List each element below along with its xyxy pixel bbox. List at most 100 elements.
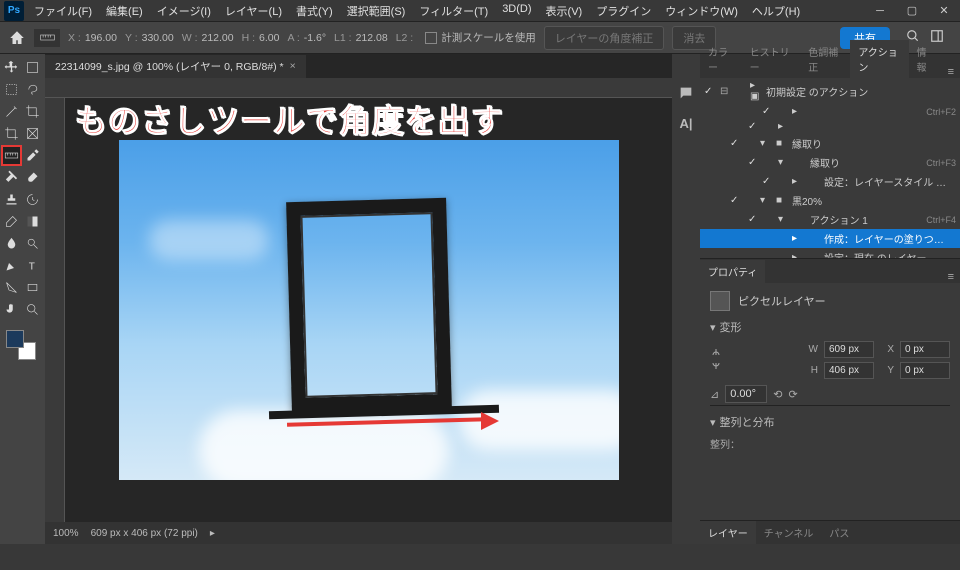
character-panel-icon[interactable]: A| (677, 114, 695, 132)
menu-item[interactable]: 表示(V) (540, 0, 589, 22)
canvas-viewport[interactable]: ものさしツールで角度を出す (45, 78, 672, 522)
transform-y-label: Y (880, 365, 894, 376)
panel-tab[interactable]: レイヤー (700, 521, 756, 544)
action-row[interactable]: ✓▸Ctrl+F2 (700, 104, 960, 119)
lasso-tool[interactable] (23, 80, 42, 99)
transform-x-input[interactable]: 0 px (900, 341, 950, 358)
maximize-button[interactable]: ▢ (896, 0, 928, 22)
artboard-tool[interactable] (23, 58, 42, 77)
gradient-tool[interactable] (23, 212, 42, 231)
move-tool[interactable] (2, 58, 21, 77)
x-label: X : (68, 32, 81, 44)
transform-section[interactable]: ▾変形 (710, 319, 950, 335)
menu-item[interactable]: レイヤー(L) (219, 0, 288, 22)
use-scale-check[interactable]: 計測スケールを使用 (425, 30, 536, 45)
close-button[interactable]: ✕ (928, 0, 960, 22)
panel-tab[interactable]: ヒストリー (742, 40, 801, 78)
w-label: W : (182, 32, 198, 44)
crop2-tool[interactable] (23, 102, 42, 121)
panel-tab[interactable]: 情報 (909, 40, 942, 78)
status-chevron-icon[interactable]: ▸ (210, 528, 215, 539)
ruler-tool[interactable] (2, 146, 21, 165)
home-icon[interactable] (8, 29, 26, 47)
h-label: H : (242, 32, 255, 44)
straighten-button[interactable]: レイヤーの角度補正 (544, 26, 665, 50)
menu-item[interactable]: ウィンドウ(W) (659, 0, 744, 22)
transform-angle-input[interactable]: 0.00° (725, 385, 767, 403)
frame-tool[interactable] (23, 124, 42, 143)
action-row[interactable]: ▸作成：レイヤーの塗りつぶし (700, 229, 960, 248)
pen-tool[interactable] (2, 256, 21, 275)
collapsed-panel-strip: A| (672, 54, 700, 544)
minimize-button[interactable]: ─ (864, 0, 896, 22)
action-row[interactable]: ✓▾縁取りCtrl+F3 (700, 153, 960, 172)
flip-h-icon[interactable]: ⟲ (773, 388, 782, 401)
action-row[interactable]: ✓▸設定：レイヤースタイル ： 現在のレイ... (700, 172, 960, 191)
foreground-color[interactable] (6, 330, 24, 348)
menu-item[interactable]: 3D(D) (496, 0, 537, 22)
action-row[interactable]: ✓▸ (700, 119, 960, 134)
flip-v-icon[interactable]: ⟳ (788, 388, 797, 401)
color-swatches[interactable] (6, 330, 36, 360)
menu-item[interactable]: 書式(Y) (290, 0, 339, 22)
action-row[interactable]: ✓▾■黒20% (700, 191, 960, 210)
path-tool[interactable] (2, 278, 21, 297)
zoom-level[interactable]: 100% (53, 528, 79, 539)
history-tool[interactable] (23, 190, 42, 209)
crop-tool[interactable] (2, 124, 21, 143)
menu-item[interactable]: イメージ(I) (151, 0, 217, 22)
action-row[interactable]: ✓▾■縁取り (700, 134, 960, 153)
blur-tool[interactable] (2, 234, 21, 253)
panel-tab[interactable]: 色調補正 (800, 40, 850, 78)
panel-tab[interactable]: アクション (850, 40, 908, 78)
ruler-horizontal[interactable] (45, 78, 672, 98)
ruler-vertical[interactable] (45, 98, 65, 522)
menu-item[interactable]: フィルター(T) (413, 0, 494, 22)
action-row[interactable]: ▸設定：現在 のレイヤー (700, 248, 960, 258)
type-tool[interactable]: T (23, 256, 42, 275)
eraser-tool[interactable] (2, 212, 21, 231)
marquee-tool[interactable] (2, 80, 21, 99)
link-icon[interactable] (710, 347, 798, 374)
document-tab[interactable]: 22314099_s.jpg @ 100% (レイヤー 0, RGB/8#) *… (45, 55, 306, 78)
panel-tab[interactable]: カラー (700, 40, 742, 78)
properties-tab[interactable]: プロパティ (700, 260, 765, 283)
menu-item[interactable]: ヘルプ(H) (746, 0, 806, 22)
brush-tool[interactable] (23, 168, 42, 187)
annotation-arrow (287, 420, 487, 424)
action-row[interactable]: ✓⊟▸ ▣初期設定 のアクション (700, 78, 960, 104)
dodge-tool[interactable] (23, 234, 42, 253)
svg-text:T: T (29, 261, 35, 272)
eyedrop-tool[interactable] (23, 146, 42, 165)
angle-label: A : (287, 32, 299, 44)
x-value: 196.00 (85, 32, 117, 44)
heal-tool[interactable] (2, 168, 21, 187)
action-row[interactable]: ✓▾アクション 1Ctrl+F4 (700, 210, 960, 229)
transform-title: 変形 (720, 319, 742, 335)
canvas[interactable] (119, 140, 619, 480)
transform-h-input[interactable]: 406 px (824, 362, 874, 379)
panel-tab[interactable]: チャンネル (756, 521, 822, 544)
y-label: Y : (125, 32, 138, 44)
menu-item[interactable]: プラグイン (590, 0, 657, 22)
rect-tool[interactable] (23, 278, 42, 297)
comment-icon[interactable] (677, 84, 695, 102)
align-section[interactable]: ▾整列と分布 (710, 414, 950, 430)
hand-tool[interactable] (2, 300, 21, 319)
stamp-tool[interactable] (2, 190, 21, 209)
panel-menu-icon[interactable]: ≡ (942, 271, 960, 283)
panel-tab-group-top: カラーヒストリー色調補正アクション情報≡ (700, 54, 960, 78)
menu-item[interactable]: 編集(E) (100, 0, 149, 22)
zoom-tool[interactable] (23, 300, 42, 319)
menu-item[interactable]: 選択範囲(S) (341, 0, 412, 22)
close-tab-icon[interactable]: × (290, 60, 296, 72)
panel-menu-icon[interactable]: ≡ (942, 66, 960, 78)
transform-h-label: H (804, 365, 818, 376)
menu-item[interactable]: ファイル(F) (28, 0, 98, 22)
wand-tool[interactable] (2, 102, 21, 121)
transform-angle-label: ⊿ (710, 388, 719, 401)
panel-tab[interactable]: パス (821, 521, 857, 544)
align-title: 整列と分布 (720, 414, 775, 430)
transform-w-input[interactable]: 609 px (824, 341, 874, 358)
transform-y-input[interactable]: 0 px (900, 362, 950, 379)
